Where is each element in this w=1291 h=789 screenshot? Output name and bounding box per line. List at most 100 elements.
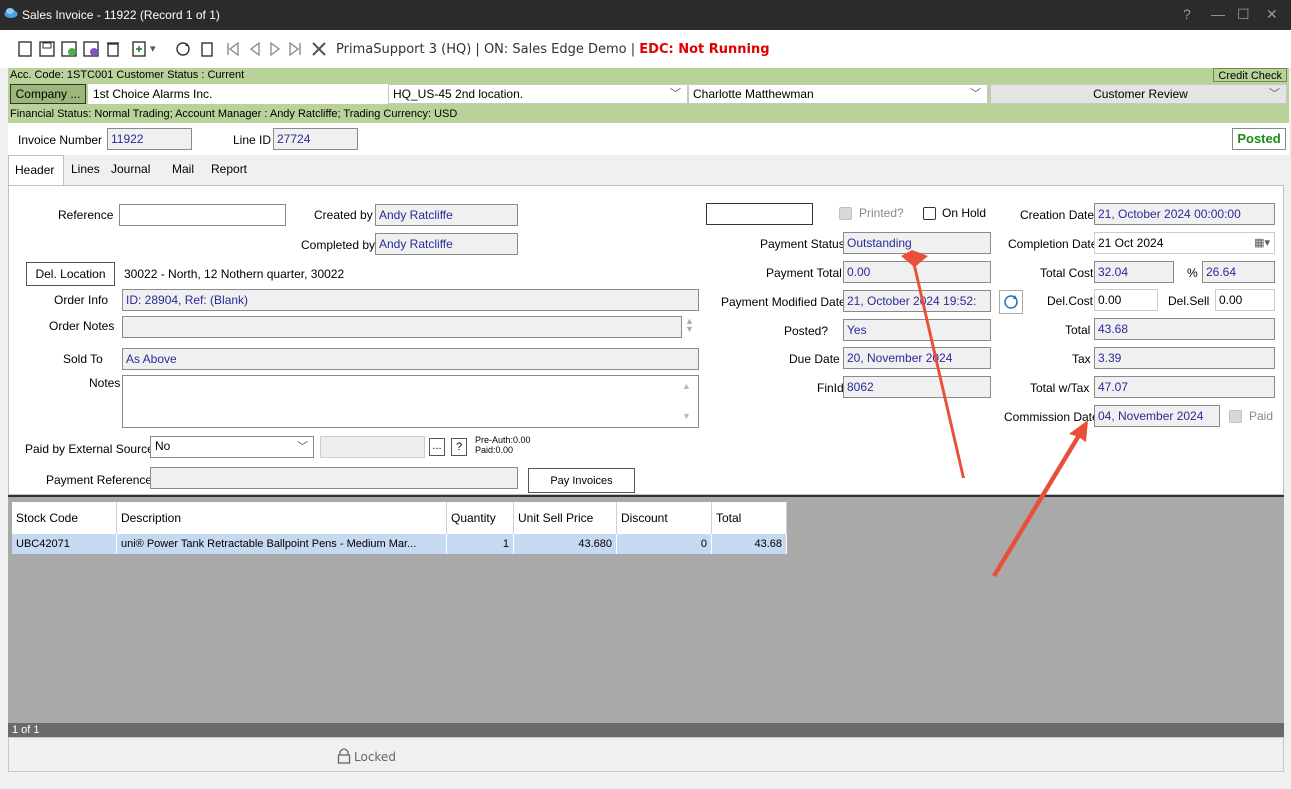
first-record-icon[interactable]	[224, 40, 242, 58]
table-cell: 0	[617, 534, 712, 554]
percent-field[interactable]: 26.64	[1202, 261, 1275, 283]
del-location-text: 30022 - North, 12 Nothern quarter, 30022	[124, 267, 345, 281]
printed-checkbox[interactable]	[839, 207, 852, 220]
refresh-icon[interactable]	[174, 40, 192, 58]
connection-info: PrimaSupport 3 (HQ) | ON: Sales Edge Dem…	[336, 42, 770, 57]
save-new-icon[interactable]	[82, 40, 100, 58]
del-cost-field[interactable]: 0.00	[1094, 289, 1158, 311]
calendar-icon[interactable]: ▦▾	[1254, 233, 1270, 253]
save-icon[interactable]	[38, 40, 56, 58]
due-date-field[interactable]: 20, November 2024	[843, 347, 991, 369]
total-wtax-field[interactable]: 47.07	[1094, 376, 1275, 398]
column-header[interactable]: Description	[117, 502, 447, 534]
finid-field[interactable]: 8062	[843, 376, 991, 398]
customer-review-select[interactable]: Customer Review ﹀	[990, 84, 1287, 104]
location-select[interactable]: HQ_US-45 2nd location. ﹀	[388, 84, 688, 104]
minimize-icon[interactable]: —	[1211, 6, 1225, 22]
scroll-down-icon[interactable]: ▼	[682, 411, 691, 421]
total-field[interactable]: 43.68	[1094, 318, 1275, 340]
reference-input[interactable]	[119, 204, 286, 226]
credit-check-button[interactable]: Credit Check	[1213, 68, 1287, 82]
tax-label: Tax	[1072, 352, 1091, 366]
invoice-number-field[interactable]: 11922	[107, 128, 192, 150]
order-notes-field[interactable]	[122, 316, 682, 338]
tab-mail[interactable]: Mail	[166, 155, 200, 185]
chevron-down-icon[interactable]: ﹀	[297, 438, 308, 456]
column-header[interactable]: Total	[712, 502, 787, 534]
separator: |	[471, 42, 484, 57]
locked-label: Locked	[354, 750, 396, 764]
column-header[interactable]: Discount	[617, 502, 712, 534]
posted-label: Posted?	[784, 324, 829, 338]
blank-field[interactable]	[706, 203, 813, 225]
next-record-icon[interactable]	[266, 40, 284, 58]
total-cost-field[interactable]: 32.04	[1094, 261, 1174, 283]
total-wtax-label: Total w/Tax	[1030, 381, 1090, 395]
creation-date-label: Creation Date	[1020, 208, 1095, 222]
paid-external-select[interactable]: No ﹀	[150, 436, 314, 458]
paid-external-label: Paid by External Source	[25, 442, 154, 456]
on-hold-label: On Hold	[942, 206, 987, 220]
table-row[interactable]: UBC42071 uni® Power Tank Retractable Bal…	[12, 534, 787, 554]
maximize-icon[interactable]: ☐	[1237, 6, 1250, 23]
help-button[interactable]: ?	[451, 438, 467, 456]
completion-date-picker[interactable]: 21 Oct 2024 ▦▾	[1094, 232, 1275, 254]
notes-textarea[interactable]	[122, 375, 699, 428]
new-icon[interactable]	[16, 40, 34, 58]
add-document-icon[interactable]	[130, 40, 148, 58]
save-close-icon[interactable]	[60, 40, 78, 58]
external-source-field[interactable]	[320, 436, 425, 458]
created-by-field[interactable]: Andy Ratcliffe	[375, 204, 518, 226]
refresh-icon[interactable]	[999, 290, 1023, 314]
order-notes-spin-icon[interactable]: ▲ ▼	[685, 317, 694, 334]
commission-date-field[interactable]: 04, November 2024	[1094, 405, 1220, 427]
table-cell: uni® Power Tank Retractable Ballpoint Pe…	[117, 534, 447, 554]
last-record-icon[interactable]	[286, 40, 304, 58]
column-header[interactable]: Quantity	[447, 502, 514, 534]
del-sell-field[interactable]: 0.00	[1215, 289, 1275, 311]
contact-select[interactable]: Charlotte Matthewman ﹀	[688, 84, 988, 104]
chevron-down-icon[interactable]: ﹀	[670, 85, 681, 103]
lock-icon	[337, 748, 351, 764]
payment-modified-field[interactable]: 21, October 2024 19:52:	[843, 290, 991, 312]
paid-checkbox[interactable]	[1229, 410, 1242, 423]
ellipsis-button[interactable]: ...	[429, 438, 445, 456]
chevron-down-icon[interactable]: ﹀	[1269, 85, 1280, 103]
clipboard-icon[interactable]	[198, 40, 216, 58]
delete-icon[interactable]	[104, 40, 122, 58]
invoice-band: Invoice Number 11922 Line ID 27724 Poste…	[8, 123, 1289, 155]
pay-invoices-button[interactable]: Pay Invoices	[528, 468, 635, 493]
company-button[interactable]: Company ...	[10, 84, 86, 104]
close-icon[interactable]: ✕	[1266, 6, 1278, 23]
tab-lines[interactable]: Lines	[65, 155, 106, 185]
tools-icon[interactable]	[310, 40, 328, 58]
help-icon[interactable]: ?	[1183, 6, 1191, 22]
tab-report[interactable]: Report	[205, 155, 253, 185]
created-by-label: Created by	[314, 208, 373, 222]
chevron-down-icon[interactable]: ﹀	[970, 85, 981, 103]
dropdown-icon[interactable]: ▾	[150, 42, 156, 55]
header-panel: Reference Created by Andy Ratcliffe Comp…	[8, 185, 1284, 495]
payment-status-field[interactable]: Outstanding	[843, 232, 991, 254]
tab-header[interactable]: Header	[8, 155, 64, 185]
column-header[interactable]: Stock Code	[12, 502, 117, 534]
order-info-field[interactable]: ID: 28904, Ref: (Blank)	[122, 289, 699, 311]
due-date-label: Due Date	[789, 352, 840, 366]
column-header[interactable]: Unit Sell Price	[514, 502, 617, 534]
payment-reference-field[interactable]	[150, 467, 518, 489]
on-hold-checkbox[interactable]	[923, 207, 936, 220]
line-id-field[interactable]: 27724	[273, 128, 358, 150]
paid-label: Paid	[1249, 409, 1274, 423]
table-cell: 1	[447, 534, 514, 554]
tax-field[interactable]: 3.39	[1094, 347, 1275, 369]
completed-by-field[interactable]: Andy Ratcliffe	[375, 233, 518, 255]
creation-date-field[interactable]: 21, October 2024 00:00:00	[1094, 203, 1275, 225]
previous-record-icon[interactable]	[246, 40, 264, 58]
payment-total-field[interactable]: 0.00	[843, 261, 991, 283]
sold-to-field[interactable]: As Above	[122, 348, 699, 370]
account-code-text: Acc. Code: 1STC001 Customer Status : Cur…	[10, 69, 245, 81]
del-location-button[interactable]: Del. Location	[26, 262, 115, 286]
tab-journal[interactable]: Journal	[105, 155, 156, 185]
scroll-up-icon[interactable]: ▲	[682, 381, 691, 391]
posted-field[interactable]: Yes	[843, 319, 991, 341]
